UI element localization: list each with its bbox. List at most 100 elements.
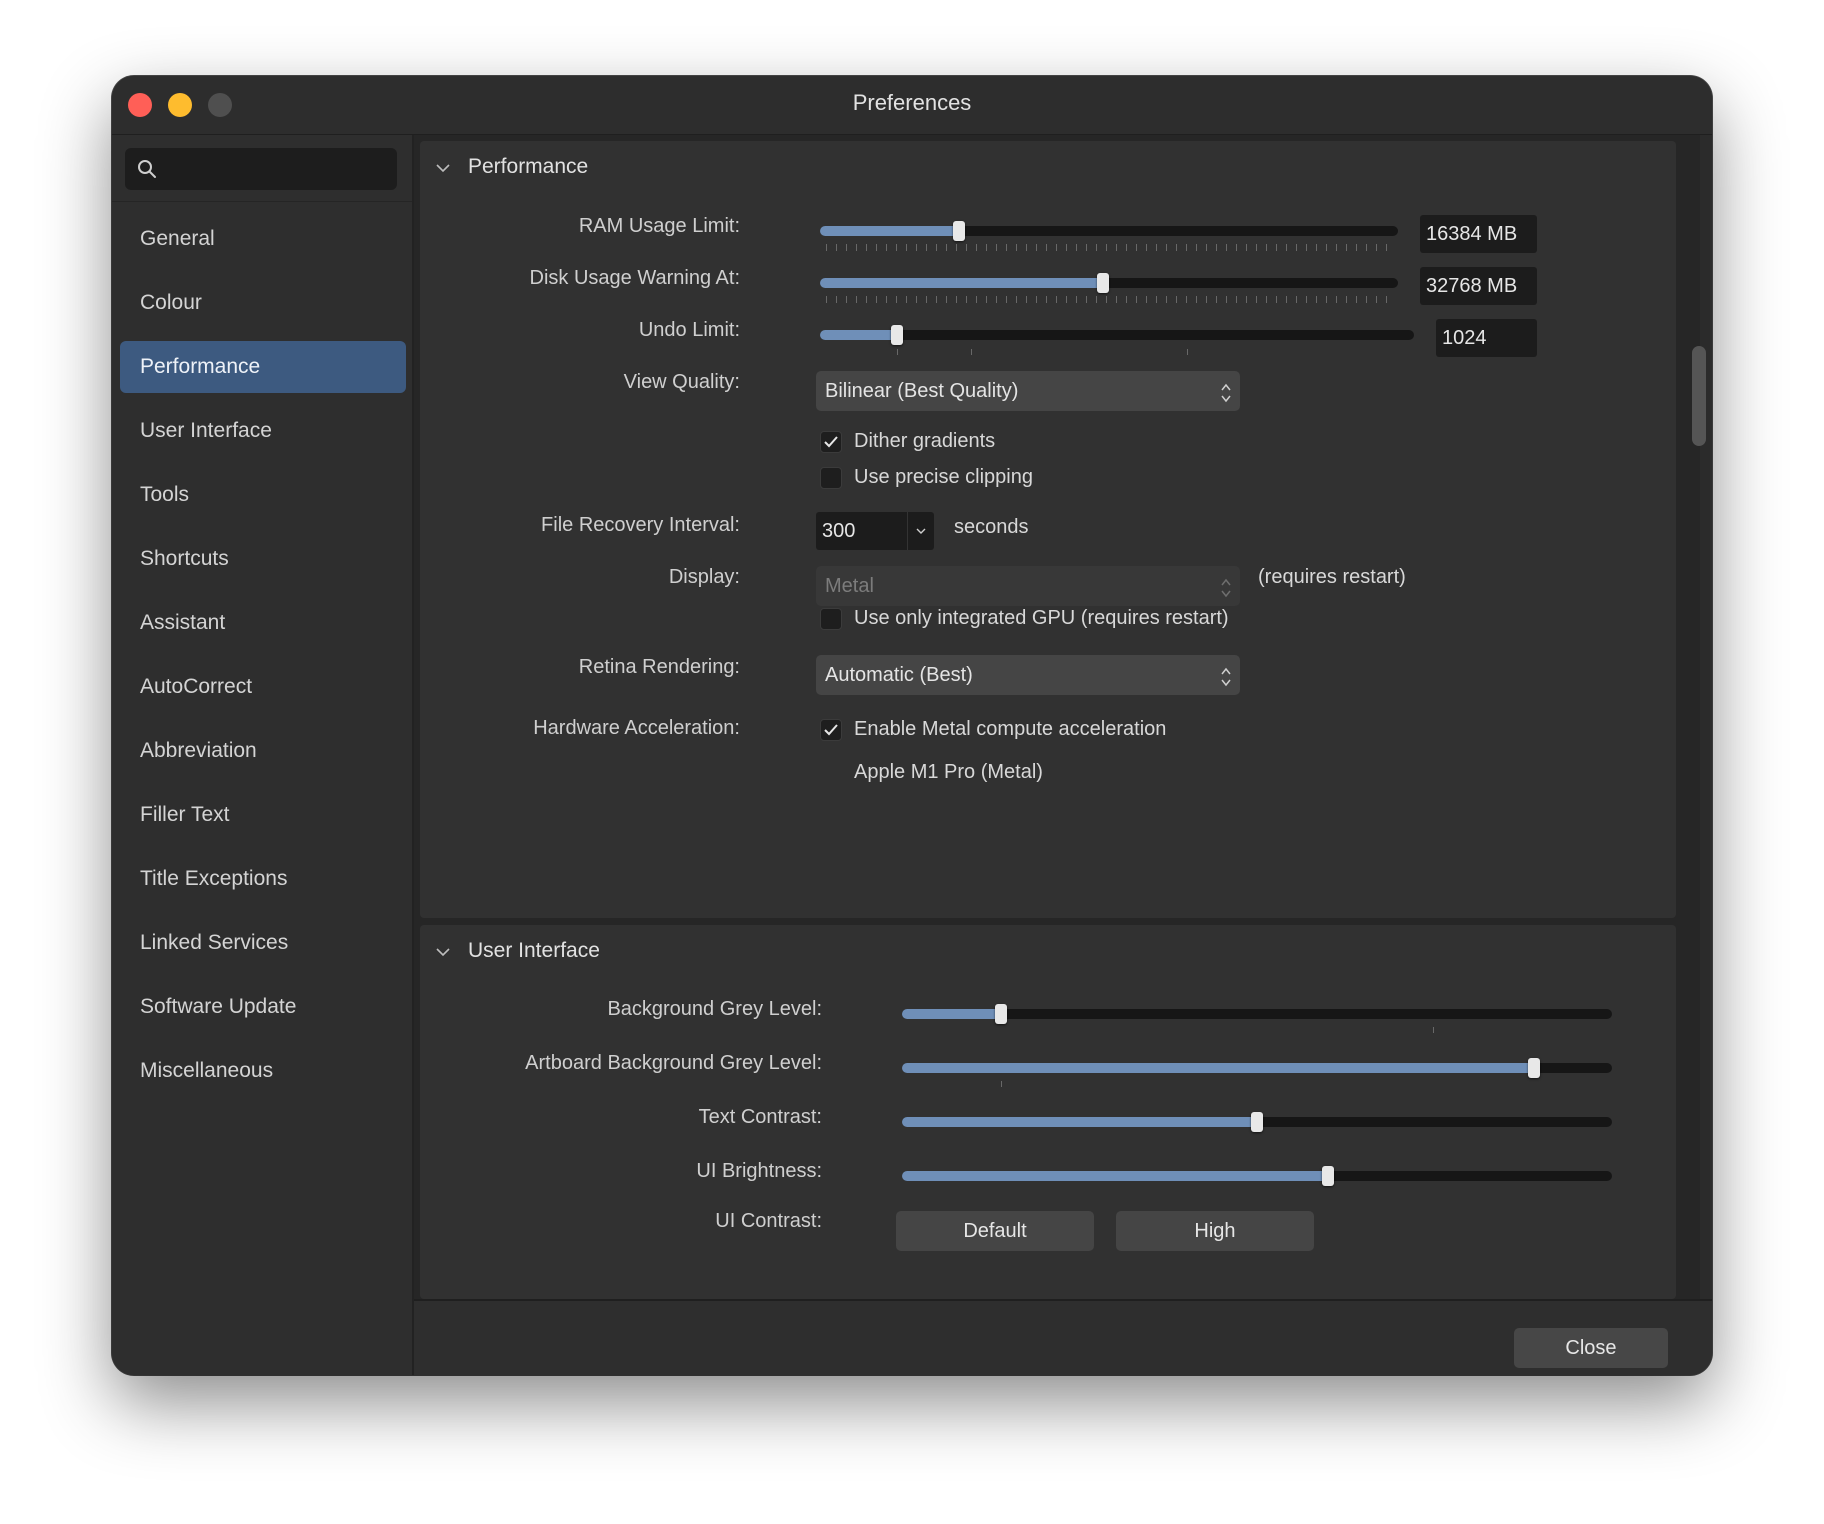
slider-knob[interactable] bbox=[1527, 1058, 1540, 1078]
chevron-down-icon bbox=[434, 943, 452, 967]
text-contrast-label: Text Contrast: bbox=[698, 1106, 822, 1128]
display-restart-note: (requires restart) bbox=[1258, 566, 1406, 588]
slider-fill bbox=[902, 1117, 1257, 1127]
undo-limit-slider[interactable] bbox=[820, 325, 1414, 345]
checkmark-icon bbox=[824, 724, 838, 736]
slider-tick bbox=[1001, 1081, 1002, 1087]
slider-knob[interactable] bbox=[1322, 1166, 1334, 1186]
ui-contrast-label: UI Contrast: bbox=[715, 1210, 822, 1232]
slider-fill bbox=[820, 278, 1104, 288]
sidebar-item-miscellaneous[interactable]: Miscellaneous bbox=[120, 1045, 406, 1097]
view-quality-value: Bilinear (Best Quality) bbox=[825, 380, 1019, 402]
section-title: User Interface bbox=[468, 939, 600, 962]
file-recovery-unit: seconds bbox=[954, 516, 1029, 538]
performance-section: Performance RAM Usage Limit: 16384 MB Di… bbox=[420, 141, 1676, 918]
divider bbox=[112, 201, 412, 202]
slider-ticks bbox=[826, 244, 1392, 251]
section-title: Performance bbox=[468, 155, 589, 178]
sidebar-item-linked-services[interactable]: Linked Services bbox=[120, 917, 406, 969]
slider-knob[interactable] bbox=[995, 1004, 1008, 1024]
disk-warning-slider[interactable] bbox=[820, 273, 1398, 293]
slider-tick bbox=[1187, 349, 1188, 355]
slider-tick bbox=[1433, 1027, 1434, 1033]
title-bar: Preferences bbox=[112, 76, 1712, 135]
retina-rendering-select[interactable]: Automatic (Best) bbox=[816, 655, 1240, 695]
gpu-device-name: Apple M1 Pro (Metal) bbox=[854, 761, 1043, 783]
sidebar-nav: General Colour Performance User Interfac… bbox=[120, 213, 406, 1109]
display-label: Display: bbox=[668, 566, 740, 588]
background-grey-label: Background Grey Level: bbox=[607, 998, 822, 1020]
scrollbar-thumb[interactable] bbox=[1692, 346, 1706, 446]
view-quality-select[interactable]: Bilinear (Best Quality) bbox=[816, 371, 1240, 411]
metal-acceleration-checkbox[interactable] bbox=[820, 719, 842, 741]
sidebar-item-abbreviation[interactable]: Abbreviation bbox=[120, 725, 406, 777]
ram-usage-value[interactable]: 16384 MB bbox=[1420, 215, 1537, 253]
sidebar-item-shortcuts[interactable]: Shortcuts bbox=[120, 533, 406, 585]
scrollbar[interactable] bbox=[1700, 135, 1712, 1299]
up-down-arrows-icon bbox=[1220, 379, 1232, 419]
disk-warning-label: Disk Usage Warning At: bbox=[529, 267, 740, 289]
precise-clipping-checkbox[interactable] bbox=[820, 467, 842, 489]
checkmark-icon bbox=[824, 436, 838, 448]
slider-knob[interactable] bbox=[1251, 1112, 1263, 1132]
sidebar-item-colour[interactable]: Colour bbox=[120, 277, 406, 329]
sidebar-item-title-exceptions[interactable]: Title Exceptions bbox=[120, 853, 406, 905]
ram-usage-slider[interactable] bbox=[820, 221, 1398, 241]
slider-fill bbox=[902, 1063, 1534, 1073]
hardware-acceleration-label: Hardware Acceleration: bbox=[533, 717, 740, 739]
ui-contrast-default-button[interactable]: Default bbox=[896, 1211, 1094, 1251]
sidebar-item-software-update[interactable]: Software Update bbox=[120, 981, 406, 1033]
slider-tick bbox=[971, 349, 972, 355]
integrated-gpu-label: Use only integrated GPU (requires restar… bbox=[854, 607, 1229, 629]
window-title: Preferences bbox=[852, 90, 972, 115]
retina-rendering-label: Retina Rendering: bbox=[578, 656, 740, 678]
sidebar-item-user-interface[interactable]: User Interface bbox=[120, 405, 406, 457]
user-interface-section: User Interface Background Grey Level: Ar… bbox=[420, 925, 1676, 1299]
slider-fill bbox=[902, 1009, 1002, 1019]
view-quality-label: View Quality: bbox=[623, 371, 740, 393]
undo-limit-label: Undo Limit: bbox=[638, 319, 740, 341]
preferences-content: Performance RAM Usage Limit: 16384 MB Di… bbox=[414, 135, 1712, 1299]
sidebar-item-assistant[interactable]: Assistant bbox=[120, 597, 406, 649]
integrated-gpu-checkbox[interactable] bbox=[820, 608, 842, 630]
sidebar-item-tools[interactable]: Tools bbox=[120, 469, 406, 521]
preferences-window: Preferences General Colour Performance U… bbox=[112, 76, 1712, 1375]
search-field[interactable] bbox=[125, 148, 397, 192]
chevron-down-icon bbox=[434, 159, 452, 183]
slider-knob[interactable] bbox=[1097, 273, 1110, 293]
disk-warning-value[interactable]: 32768 MB bbox=[1420, 267, 1537, 305]
display-value: Metal bbox=[825, 575, 874, 597]
artboard-grey-label: Artboard Background Grey Level: bbox=[525, 1052, 822, 1074]
slider-knob[interactable] bbox=[891, 325, 904, 345]
ui-contrast-high-button[interactable]: High bbox=[1116, 1211, 1314, 1251]
sidebar-item-autocorrect[interactable]: AutoCorrect bbox=[120, 661, 406, 713]
ram-usage-label: RAM Usage Limit: bbox=[578, 215, 740, 237]
ui-brightness-slider[interactable] bbox=[902, 1166, 1612, 1186]
sidebar-item-general[interactable]: General bbox=[120, 213, 406, 265]
dither-gradients-label: Dither gradients bbox=[854, 430, 996, 452]
metal-acceleration-label: Enable Metal compute acceleration bbox=[854, 718, 1167, 740]
search-input[interactable] bbox=[165, 148, 391, 192]
file-recovery-dropdown[interactable] bbox=[907, 512, 934, 550]
undo-limit-value[interactable]: 1024 bbox=[1436, 319, 1537, 357]
sidebar: General Colour Performance User Interfac… bbox=[112, 135, 414, 1375]
file-recovery-label: File Recovery Interval: bbox=[541, 514, 740, 536]
file-recovery-combo[interactable]: 300 bbox=[816, 512, 934, 550]
artboard-grey-slider[interactable] bbox=[902, 1058, 1612, 1078]
slider-fill bbox=[820, 330, 898, 340]
background-grey-slider[interactable] bbox=[902, 1004, 1612, 1024]
slider-tick bbox=[897, 349, 898, 355]
chevron-down-icon bbox=[916, 528, 926, 534]
slider-fill bbox=[902, 1171, 1328, 1181]
slider-ticks bbox=[826, 296, 1392, 303]
search-icon bbox=[137, 159, 157, 184]
sidebar-item-performance[interactable]: Performance bbox=[120, 341, 406, 393]
text-contrast-slider[interactable] bbox=[902, 1112, 1612, 1132]
close-button[interactable]: Close bbox=[1514, 1328, 1668, 1368]
ui-brightness-label: UI Brightness: bbox=[696, 1160, 822, 1182]
dither-gradients-checkbox[interactable] bbox=[820, 431, 842, 453]
footer: Close bbox=[414, 1299, 1712, 1375]
retina-rendering-value: Automatic (Best) bbox=[825, 664, 973, 686]
slider-knob[interactable] bbox=[952, 221, 965, 241]
sidebar-item-filler-text[interactable]: Filler Text bbox=[120, 789, 406, 841]
